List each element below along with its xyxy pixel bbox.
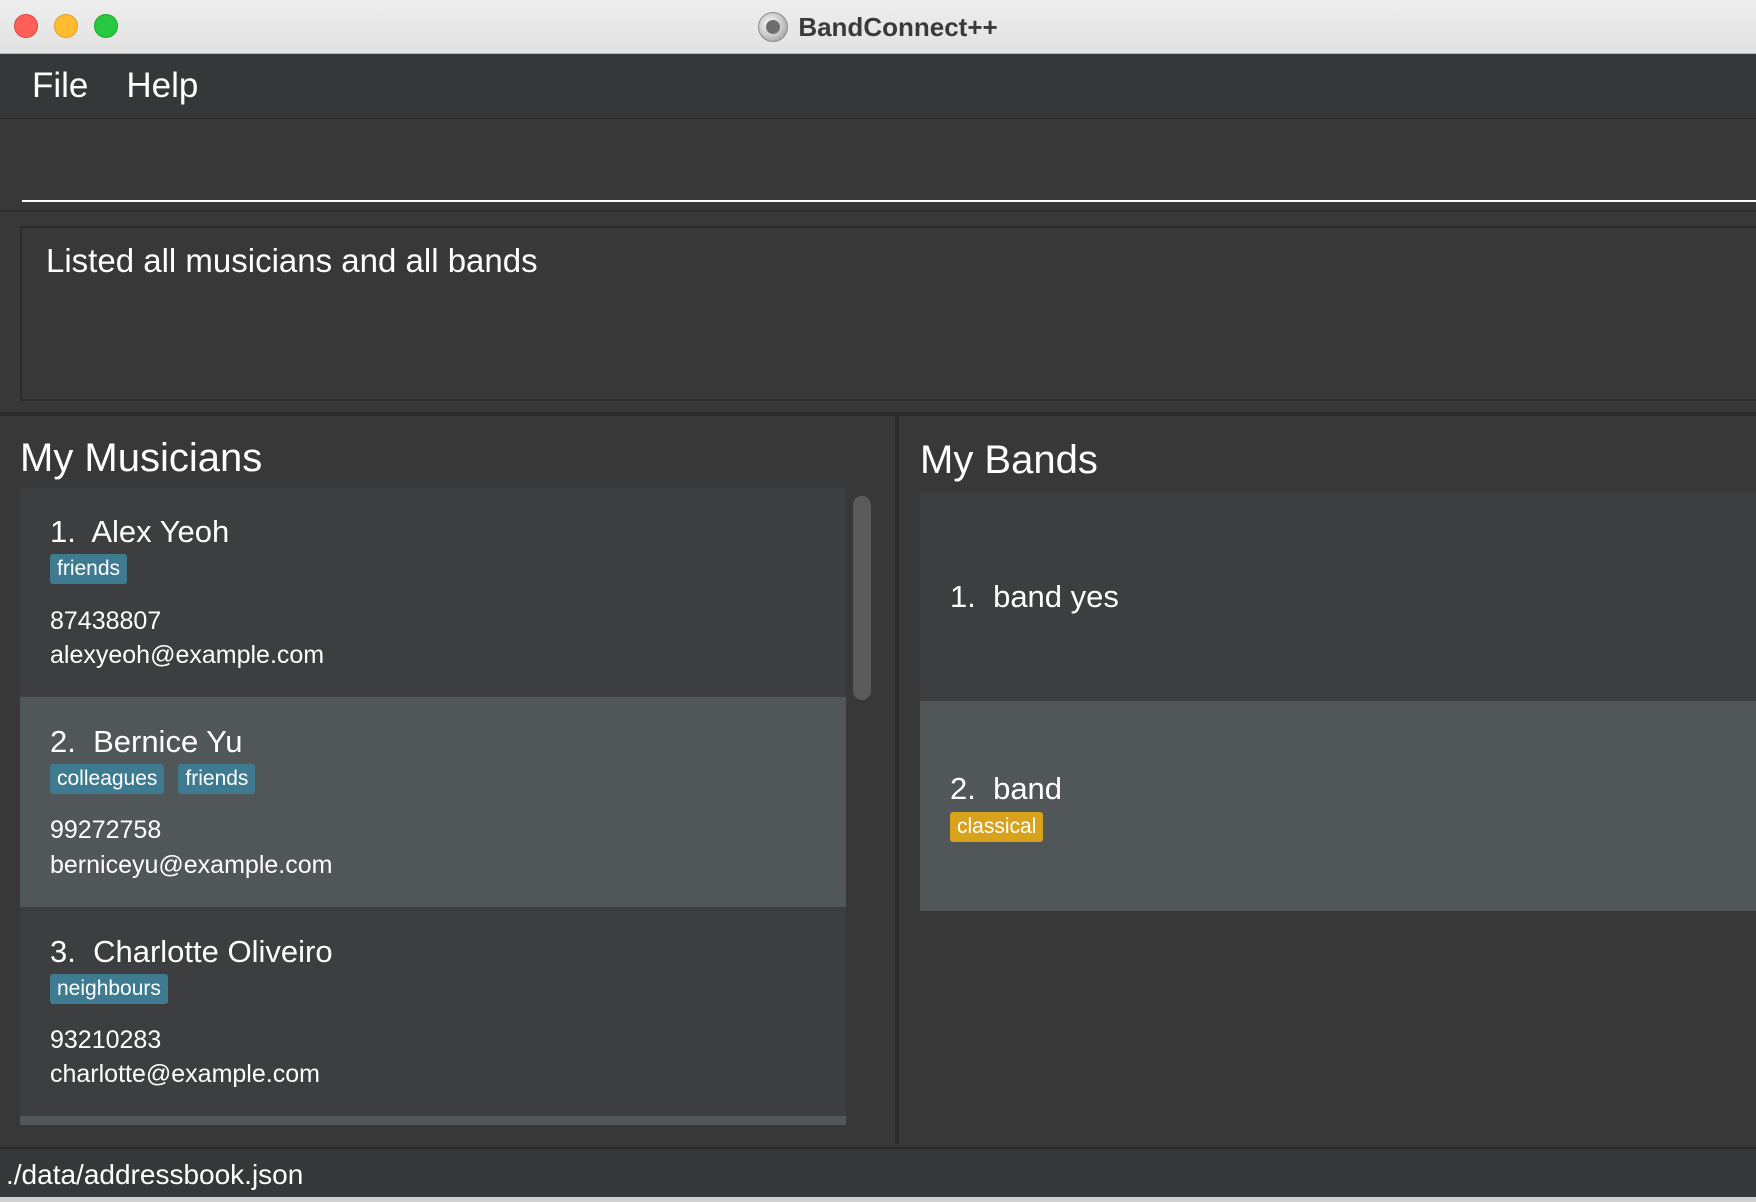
scrollbar-thumb[interactable] xyxy=(853,496,871,700)
menu-bar: File Help xyxy=(0,54,1756,119)
band-name: 1. band yes xyxy=(950,579,1119,614)
musician-tags: colleagues friends xyxy=(50,764,256,794)
musician-email: berniceyu@example.com xyxy=(50,851,333,879)
status-bar: ./data/addressbook.json xyxy=(0,1147,1756,1197)
musician-phone: 87438807 xyxy=(50,607,162,635)
musician-name: 3. Charlotte Oliveiro xyxy=(50,934,333,969)
band-tags: classical xyxy=(950,812,1044,842)
band-list[interactable]: 1. band yes 2. band classical xyxy=(920,491,1756,911)
menu-help[interactable]: Help xyxy=(107,66,217,106)
genre-tag-badge: classical xyxy=(950,812,1044,842)
musicians-panel-title: My Musicians xyxy=(20,436,263,480)
musician-list-scrollbar[interactable] xyxy=(851,493,873,1123)
bottom-strip xyxy=(0,1197,1756,1202)
title-wrap: BandConnect++ xyxy=(0,0,1756,54)
musician-tags: friends xyxy=(50,554,128,584)
musician-card-1[interactable]: 1. Alex Yeoh friends 87438807 alexyeoh@e… xyxy=(20,488,846,697)
result-display: Listed all musicians and all bands xyxy=(20,226,1756,401)
command-input[interactable] xyxy=(22,136,1756,202)
musician-card-3[interactable]: 3. Charlotte Oliveiro neighbours 9321028… xyxy=(20,907,846,1116)
tag-badge: neighbours xyxy=(50,974,168,1004)
musician-email: charlotte@example.com xyxy=(50,1060,320,1088)
musician-phone: 93210283 xyxy=(50,1026,162,1054)
result-message: Listed all musicians and all bands xyxy=(46,242,538,279)
musician-phone: 99272758 xyxy=(50,816,162,844)
app-icon xyxy=(758,12,789,42)
musician-email: alexyeoh@example.com xyxy=(50,641,325,669)
band-name: 2. band xyxy=(950,771,1063,806)
tag-badge: friends xyxy=(50,554,128,584)
musician-name: 2. Bernice Yu xyxy=(50,724,243,759)
vertical-divider xyxy=(895,416,899,1144)
tag-badge: friends xyxy=(178,764,256,794)
command-area xyxy=(0,120,1756,212)
musician-card-2[interactable]: 2. Bernice Yu colleagues friends 9927275… xyxy=(20,697,846,907)
band-card-1[interactable]: 1. band yes xyxy=(920,491,1756,701)
horizontal-divider xyxy=(0,412,1756,416)
title-bar: BandConnect++ xyxy=(0,0,1756,54)
band-card-2[interactable]: 2. band classical xyxy=(920,701,1756,911)
save-location: ./data/addressbook.json xyxy=(6,1159,304,1190)
window-title: BandConnect++ xyxy=(798,11,998,42)
menu-file[interactable]: File xyxy=(0,66,107,106)
musician-list[interactable]: 1. Alex Yeoh friends 87438807 alexyeoh@e… xyxy=(20,488,846,1125)
tag-badge: colleagues xyxy=(50,764,165,794)
bands-panel-title: My Bands xyxy=(920,438,1098,482)
musician-card-4-partial[interactable] xyxy=(20,1116,846,1125)
musician-name: 1. Alex Yeoh xyxy=(50,514,230,549)
musician-tags: neighbours xyxy=(50,974,168,1004)
